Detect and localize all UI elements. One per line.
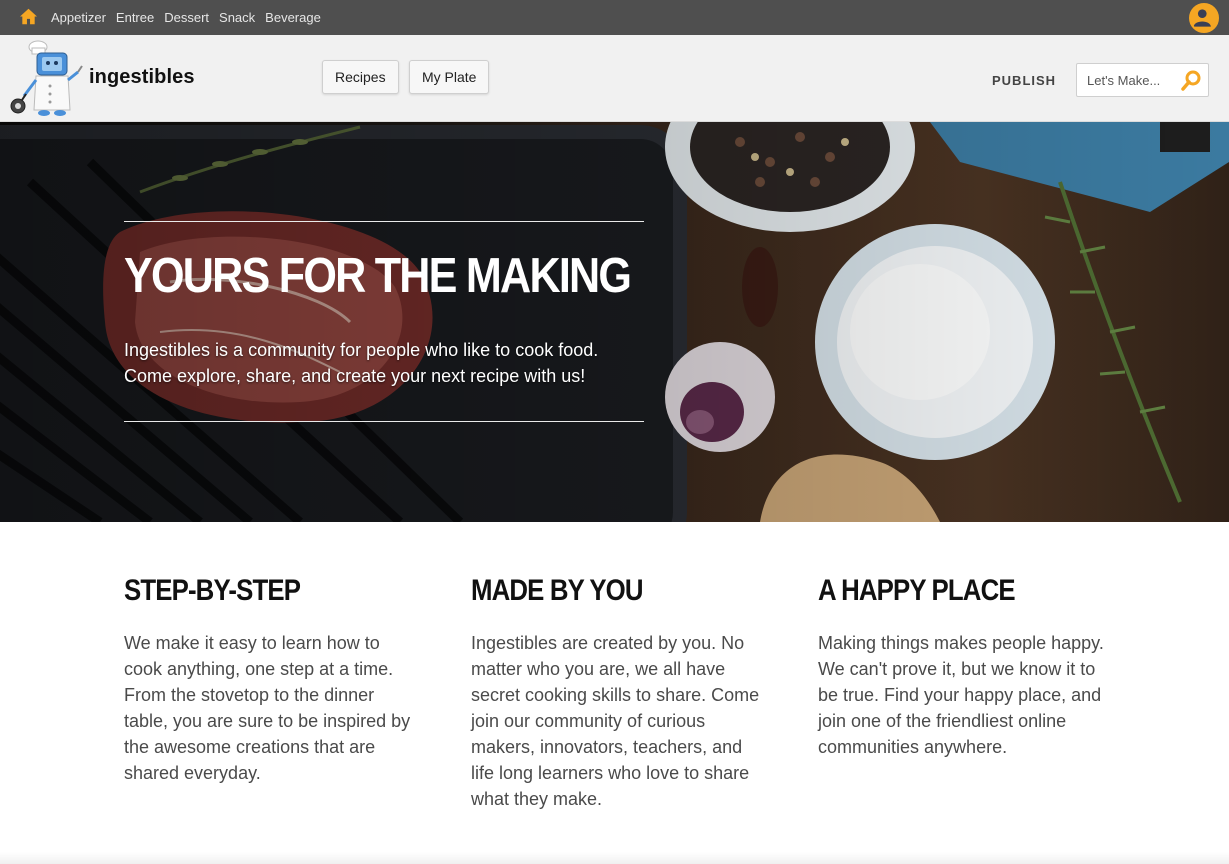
category-bar: Appetizer Entree Dessert Snack Beverage	[0, 0, 1229, 35]
search-icon[interactable]	[1180, 70, 1202, 92]
category-link-beverage[interactable]: Beverage	[265, 10, 321, 25]
feature-step-by-step: STEP-BY-STEP We make it easy to learn ho…	[124, 574, 424, 786]
feature-happy-place: A HAPPY PLACE Making things makes people…	[818, 574, 1118, 760]
feature-title: STEP-BY-STEP	[124, 574, 301, 607]
hero-banner: YOURS FOR THE MAKING Ingestibles is a co…	[0, 122, 1229, 522]
logo-robot-icon[interactable]	[8, 38, 86, 118]
feature-body: Making things makes people happy. We can…	[818, 633, 1104, 757]
hero-text-line1: Ingestibles is a community for people wh…	[124, 340, 599, 360]
hero-bottom-divider	[124, 421, 644, 422]
category-link-entree[interactable]: Entree	[116, 10, 154, 25]
category-link-dessert[interactable]: Dessert	[164, 10, 209, 25]
recipes-button[interactable]: Recipes	[322, 60, 399, 94]
footer-shadow	[0, 852, 1229, 864]
search-box	[1076, 63, 1209, 97]
site-header: ingestibles Recipes My Plate PUBLISH	[0, 35, 1229, 122]
feature-title: A HAPPY PLACE	[818, 574, 1016, 607]
hero-overlay	[0, 122, 1229, 522]
home-icon[interactable]	[19, 8, 38, 25]
category-link-snack[interactable]: Snack	[219, 10, 255, 25]
category-nav: Appetizer Entree Dessert Snack Beverage	[51, 0, 331, 35]
category-link-appetizer[interactable]: Appetizer	[51, 10, 106, 25]
user-avatar-icon[interactable]	[1189, 3, 1219, 33]
hero-title: YOURS FOR THE MAKING	[124, 249, 632, 303]
my-plate-button[interactable]: My Plate	[409, 60, 490, 94]
feature-body: We make it easy to learn how to cook any…	[124, 633, 411, 783]
hero-description: Ingestibles is a community for people wh…	[124, 337, 644, 389]
feature-body: Ingestibles are created by you. No matte…	[471, 633, 760, 809]
publish-link[interactable]: PUBLISH	[992, 73, 1056, 88]
logo-text[interactable]: ingestibles	[89, 66, 195, 89]
hero-top-divider	[124, 221, 644, 222]
feature-made-by-you: MADE BY YOU Ingestibles are created by y…	[471, 574, 771, 812]
search-input[interactable]	[1077, 64, 1177, 96]
feature-title: MADE BY YOU	[471, 574, 644, 607]
hero-text-line2: Come explore, share, and create your nex…	[124, 366, 586, 386]
